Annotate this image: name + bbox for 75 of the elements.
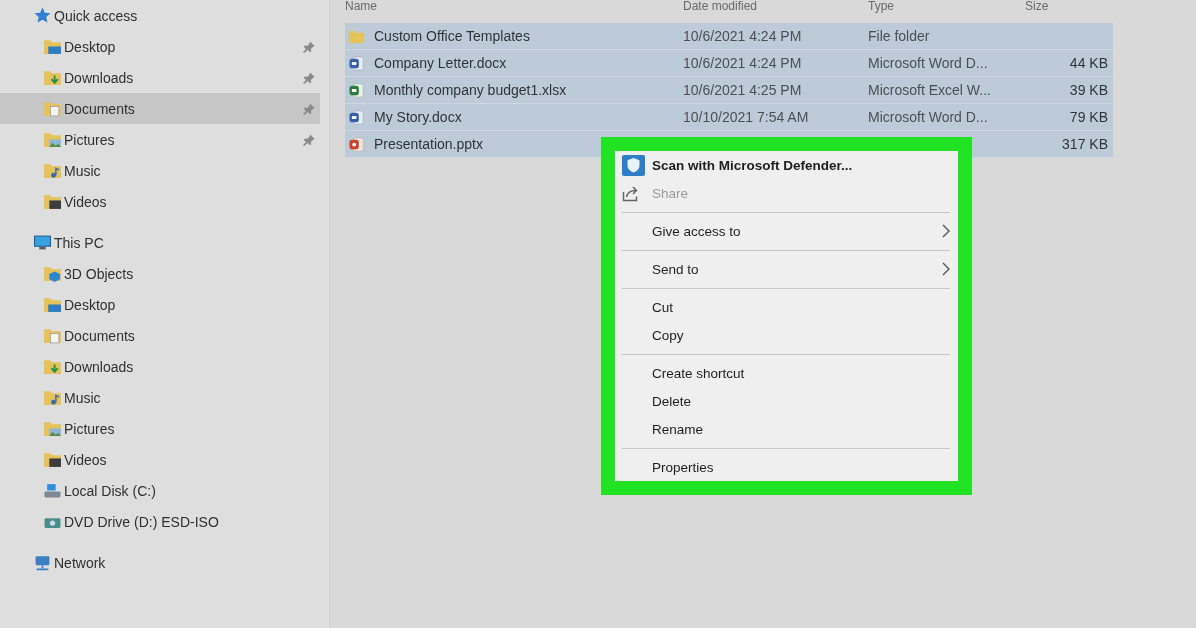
menu-item[interactable]: Send to [615, 255, 958, 283]
shield-icon [622, 154, 645, 176]
sidebar-item[interactable]: Videos [0, 186, 320, 217]
download-folder-icon [44, 358, 61, 375]
cube-folder-icon [44, 265, 61, 282]
file-type: File folder [868, 28, 930, 44]
file-row[interactable]: Company Letter.docx 10/6/2021 4:24 PM Microsoft Word D... 44 KB [345, 50, 1113, 77]
sidebar-item[interactable]: Network [0, 547, 320, 578]
column-header[interactable]: Size [1025, 0, 1049, 23]
desktop-folder-icon [44, 38, 61, 55]
file-name: Presentation.pptx [374, 136, 483, 152]
sidebar-item[interactable]: Music [0, 382, 320, 413]
sidebar-item[interactable]: Pictures [0, 124, 320, 155]
download-folder-icon [44, 69, 61, 86]
sidebar-item[interactable]: Local Disk (C:) [0, 475, 320, 506]
date-modified: 10/6/2021 4:24 PM [683, 28, 802, 44]
menu-item[interactable]: Rename [615, 415, 958, 443]
date-modified: 10/10/2021 7:54 AM [683, 109, 809, 125]
menu-item[interactable]: Cut [615, 293, 958, 321]
music-folder-icon [44, 389, 61, 406]
file-type: Microsoft Word D... [868, 109, 988, 125]
file-row[interactable]: My Story.docx 10/10/2021 7:54 AM Microsoft Word D... 79 KB [345, 104, 1113, 131]
network-icon [34, 554, 51, 571]
sidebar-item[interactable]: Downloads [0, 62, 320, 93]
documents-folder-icon [44, 327, 61, 344]
sidebar-item[interactable]: Documents [0, 93, 320, 124]
sidebar-item[interactable]: Quick access [0, 0, 320, 31]
file-row[interactable]: Monthly company budget1.xlsx 10/6/2021 4:25 PM Microsoft Excel W... 39 KB [345, 77, 1113, 104]
menu-item[interactable]: Scan with Microsoft Defender... [615, 151, 958, 179]
sidebar-item[interactable]: Desktop [0, 31, 320, 62]
pictures-folder-icon [44, 420, 61, 437]
file-type: Microsoft Excel W... [868, 82, 991, 98]
presentation-icon [349, 136, 364, 152]
column-header[interactable]: Name [345, 0, 377, 23]
menu-item[interactable]: Create shortcut [615, 359, 958, 387]
menu-item[interactable]: Delete [615, 387, 958, 415]
music-folder-icon [44, 162, 61, 179]
sidebar-item[interactable]: DVD Drive (D:) ESD-ISO [0, 506, 320, 537]
document-icon [349, 55, 364, 71]
pictures-folder-icon [44, 131, 61, 148]
file-name: Custom Office Templates [374, 28, 530, 44]
menu-item[interactable]: Copy [615, 321, 958, 349]
video-folder-icon [44, 451, 61, 468]
column-header[interactable]: Type [868, 0, 894, 23]
computer-icon [34, 234, 51, 251]
document-icon [349, 109, 364, 125]
file-size: 39 KB [1069, 82, 1108, 98]
file-name: My Story.docx [374, 109, 462, 125]
sidebar-item[interactable]: Videos [0, 444, 320, 475]
star-icon [34, 7, 51, 24]
sidebar-item[interactable]: Downloads [0, 351, 320, 382]
menu-item[interactable]: Give access to [615, 217, 958, 245]
file-name: Company Letter.docx [374, 55, 507, 71]
sidebar-item[interactable]: 3D Objects [0, 258, 320, 289]
column-header[interactable]: Date modified [683, 0, 758, 23]
documents-folder-icon [44, 100, 61, 117]
sidebar-item[interactable]: Music [0, 155, 320, 186]
desktop-folder-icon [44, 296, 61, 313]
sidebar-item[interactable]: This PC [0, 227, 320, 258]
file-type: Microsoft Word D... [868, 55, 988, 71]
sidebar-item[interactable]: Documents [0, 320, 320, 351]
drive-icon [44, 482, 61, 499]
sidebar-item[interactable]: Pictures [0, 413, 320, 444]
file-name: Monthly company budget1.xlsx [374, 82, 567, 98]
spreadsheet-icon [349, 82, 364, 98]
file-size: 79 KB [1069, 109, 1108, 125]
file-size: 44 KB [1069, 55, 1108, 71]
date-modified: 10/6/2021 4:25 PM [683, 82, 802, 98]
menu-item[interactable]: Properties [615, 453, 958, 481]
date-modified: 10/6/2021 4:24 PM [683, 55, 802, 71]
file-row[interactable]: Custom Office Templates 10/6/2021 4:24 PM File folder [345, 23, 1113, 50]
file-size: 317 KB [1062, 136, 1108, 152]
video-folder-icon [44, 193, 61, 210]
folder-icon [349, 28, 364, 44]
sidebar-item[interactable]: Desktop [0, 289, 320, 320]
